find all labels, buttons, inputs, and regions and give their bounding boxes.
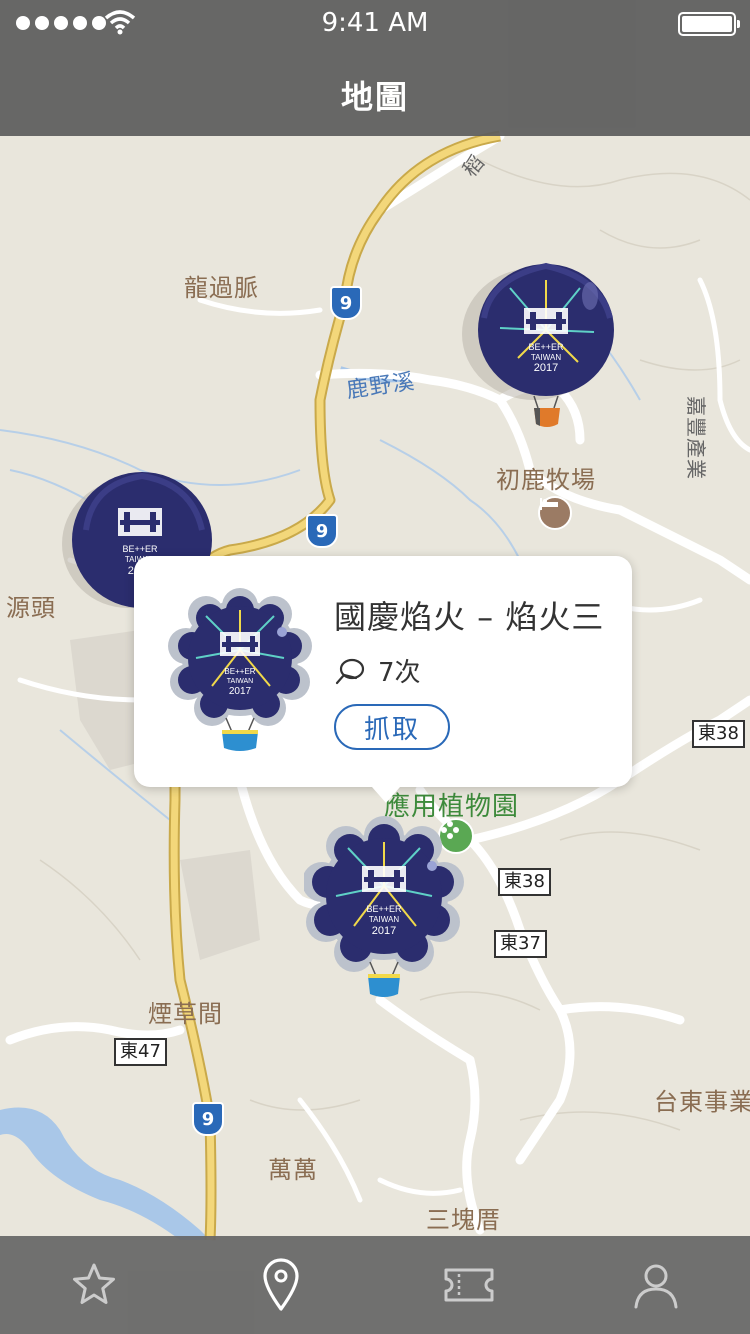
catch-button[interactable]: 抓取 xyxy=(334,704,450,750)
place-label: 萬萬 xyxy=(268,1156,318,1184)
svg-text:TAIWAN: TAIWAN xyxy=(531,353,561,362)
place-label: 煙草間 xyxy=(148,1000,223,1028)
status-time: 9:41 AM xyxy=(321,8,429,38)
catch-count: 7次 xyxy=(378,658,421,688)
lodging-poi-icon[interactable] xyxy=(538,496,572,530)
svg-text:2017: 2017 xyxy=(372,925,396,937)
person-icon xyxy=(634,1264,678,1309)
road-tag: 東38 xyxy=(498,868,551,896)
road-tag: 東38 xyxy=(692,720,745,748)
tab-map[interactable] xyxy=(241,1245,321,1325)
balloon-marker[interactable]: BE++ER TAIWAN 2017 xyxy=(460,258,620,430)
catch-net-icon xyxy=(335,658,365,684)
tab-profile[interactable] xyxy=(616,1245,696,1325)
route-shield: 9 xyxy=(306,514,338,548)
route-shield: 9 xyxy=(330,286,362,320)
battery-icon xyxy=(678,12,740,36)
page-title: 地圖 xyxy=(340,78,409,116)
tab-tickets[interactable] xyxy=(429,1245,509,1325)
balloon-thumbnail: BE++ER TAIWAN 2017 xyxy=(168,588,312,751)
place-label: 源頭 xyxy=(6,594,56,622)
ticket-icon xyxy=(444,1268,494,1302)
road-tag: 東37 xyxy=(494,930,547,958)
balloon-title: 國慶焰火 – 焰火三 xyxy=(334,598,605,636)
svg-text:TAIWAN: TAIWAN xyxy=(369,915,399,924)
place-label: 初鹿牧場 xyxy=(496,466,596,494)
navigation-bar: 9:41 AM 地圖 xyxy=(0,0,750,136)
catch-count-row: 7次 xyxy=(334,652,421,689)
route-shield: 9 xyxy=(192,1102,224,1136)
svg-text:2017: 2017 xyxy=(229,686,252,697)
place-label: 龍過脈 xyxy=(184,274,259,302)
svg-text:TAIWAN: TAIWAN xyxy=(227,678,253,685)
svg-text:2017: 2017 xyxy=(534,362,558,374)
place-label: 三塊厝 xyxy=(426,1206,501,1234)
balloon-marker[interactable]: BE++ER TAIWAN 2017 xyxy=(304,816,464,1002)
road-tag: 東47 xyxy=(114,1038,167,1066)
star-icon xyxy=(72,1263,115,1304)
svg-text:BE++ER: BE++ER xyxy=(122,544,158,554)
svg-text:BE++ER: BE++ER xyxy=(366,904,402,914)
place-label: 台東事業 xyxy=(654,1088,750,1116)
svg-text:BE++ER: BE++ER xyxy=(528,342,564,352)
location-pin-icon xyxy=(263,1258,299,1311)
road-label: 嘉豐產業 xyxy=(684,396,708,480)
balloon-info-popup[interactable]: BE++ER TAIWAN 2017 國慶焰火 – 焰火三 7次 抓取 xyxy=(134,556,632,803)
tab-bar xyxy=(0,1236,750,1334)
svg-text:BE++ER: BE++ER xyxy=(224,667,255,676)
tab-favorites[interactable] xyxy=(54,1245,134,1325)
